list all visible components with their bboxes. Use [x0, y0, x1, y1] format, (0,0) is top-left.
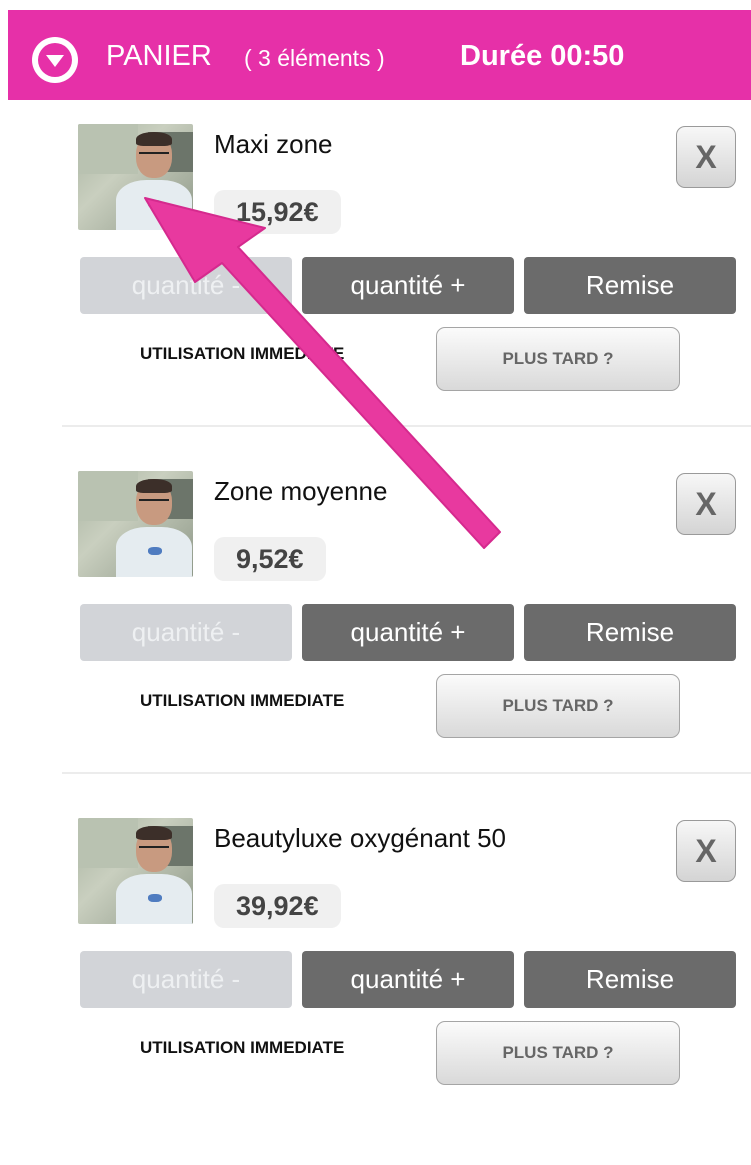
cart-item: Beautyluxe oxygénant 50 39,92€ X quantit… — [0, 818, 751, 1165]
immediate-use-label: UTILISATION IMMEDIATE — [140, 344, 345, 363]
quantity-plus-button[interactable]: quantité + — [302, 951, 514, 1008]
item-divider — [62, 425, 751, 427]
quantity-minus-button[interactable]: quantité - — [80, 951, 292, 1008]
product-thumbnail — [78, 471, 193, 577]
quantity-minus-button[interactable]: quantité - — [80, 257, 292, 314]
product-thumbnail — [78, 818, 193, 924]
cart-item-count: ( 3 éléments ) — [244, 45, 385, 71]
cart-item: Maxi zone 15,92€ X quantité - quantité +… — [0, 124, 751, 471]
discount-button[interactable]: Remise — [524, 257, 736, 314]
chevron-down-circle-icon[interactable] — [32, 37, 78, 83]
product-price: 9,52€ — [214, 537, 326, 581]
later-button[interactable]: PLUS TARD ? — [436, 1021, 680, 1085]
immediate-use-label: UTILISATION IMMEDIATE — [140, 1038, 345, 1057]
remove-item-button[interactable]: X — [676, 126, 736, 188]
remove-item-button[interactable]: X — [676, 473, 736, 535]
product-thumbnail — [78, 124, 193, 230]
product-name: Maxi zone — [214, 129, 333, 159]
quantity-minus-button[interactable]: quantité - — [80, 604, 292, 661]
product-price: 15,92€ — [214, 190, 341, 234]
quantity-plus-button[interactable]: quantité + — [302, 257, 514, 314]
discount-button[interactable]: Remise — [524, 951, 736, 1008]
product-name: Beautyluxe oxygénant 50 — [214, 823, 506, 853]
cart-item: Zone moyenne 9,52€ X quantité - quantité… — [0, 471, 751, 818]
product-price: 39,92€ — [214, 884, 341, 928]
quantity-plus-button[interactable]: quantité + — [302, 604, 514, 661]
immediate-use-label: UTILISATION IMMEDIATE — [140, 691, 345, 710]
later-button[interactable]: PLUS TARD ? — [436, 674, 680, 738]
item-divider — [62, 772, 751, 774]
session-duration: Durée 00:50 — [460, 40, 625, 72]
cart-header: PANIER ( 3 éléments ) Durée 00:50 — [8, 10, 751, 100]
remove-item-button[interactable]: X — [676, 820, 736, 882]
later-button[interactable]: PLUS TARD ? — [436, 327, 680, 391]
product-name: Zone moyenne — [214, 476, 388, 506]
discount-button[interactable]: Remise — [524, 604, 736, 661]
cart-title: PANIER — [106, 40, 212, 72]
